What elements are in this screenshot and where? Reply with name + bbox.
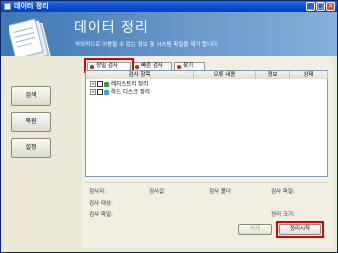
inspect-target-label: 검사 대상: <box>89 201 113 207</box>
sidebar-item-settings[interactable]: 설정 <box>11 138 51 158</box>
hard-disk-icon <box>104 89 109 95</box>
app-icon <box>4 3 11 10</box>
page-subtitle: 악의적으로 이용될 수 있는 정보 및 시스템 파일을 제거 합니다. <box>75 42 219 48</box>
inspect-file-label: 검사 파일: <box>89 212 113 218</box>
inspect-files-label: 검사 파일: <box>271 189 295 195</box>
page-title: 데이터 정리 <box>74 20 149 36</box>
tab-label: 찾기 <box>183 63 194 69</box>
red-dot-icon <box>135 65 139 69</box>
row-checkbox[interactable] <box>97 81 103 87</box>
table-row[interactable]: + 하드 디스크 정리 <box>90 89 150 96</box>
column-header-error[interactable]: 오류 내용 <box>194 71 256 79</box>
table-row[interactable]: + 레지스트리 정리 <box>90 81 148 88</box>
inspected-value-label: 검사값 <box>149 189 165 195</box>
cleanup-size-label: 정리 크기: <box>271 212 295 218</box>
sidebar: 검색 복원 설정 <box>1 56 59 252</box>
scan-info-panel: 검사자: 검사값 검사 폴더 검사 파일: 검사 대상: 검사 파일: 정리 크… <box>85 182 328 223</box>
delete-button[interactable]: 삭제 <box>238 224 272 235</box>
red-dot-icon <box>177 65 181 69</box>
expand-icon[interactable]: + <box>90 89 96 95</box>
minimize-button[interactable]: _ <box>306 2 315 11</box>
column-header-status[interactable]: 상태 <box>290 71 328 79</box>
maximize-button[interactable]: □ <box>316 2 325 11</box>
header-banner: 데이터 정리 악의적으로 이용될 수 있는 정보 및 시스템 파일을 제거 합니… <box>1 12 337 64</box>
close-button[interactable]: ✕ <box>326 2 335 11</box>
registry-icon <box>104 81 109 87</box>
window-title: 데이터 정리 <box>14 2 49 10</box>
inspect-folder-label: 검사 폴더 <box>209 189 231 195</box>
row-label: 레지스트리 정리 <box>111 81 149 88</box>
inspector-label: 검사자: <box>89 189 107 195</box>
tab-label: 빠른 검사 <box>141 63 163 69</box>
expand-icon[interactable]: + <box>90 81 96 87</box>
button-highlight-box <box>276 221 324 238</box>
column-header-item[interactable]: 검사 항목 <box>86 71 194 79</box>
app-window: 데이터 정리 _ □ ✕ 데이터 정리 악의적으로 이용될 수 있는 정보 및 … <box>0 0 338 253</box>
sidebar-item-restore[interactable]: 복원 <box>11 112 51 132</box>
sidebar-item-search[interactable]: 검색 <box>11 86 51 106</box>
row-label: 하드 디스크 정리 <box>111 89 150 96</box>
title-bar[interactable]: 데이터 정리 _ □ ✕ <box>1 1 337 12</box>
row-checkbox[interactable] <box>97 89 103 95</box>
column-header-info[interactable]: 정보 <box>256 71 290 79</box>
scan-results-table[interactable]: 검사 항목 오류 내용 정보 상태 + 레지스트리 정리 + 하드 디스크 정리 <box>85 70 328 177</box>
